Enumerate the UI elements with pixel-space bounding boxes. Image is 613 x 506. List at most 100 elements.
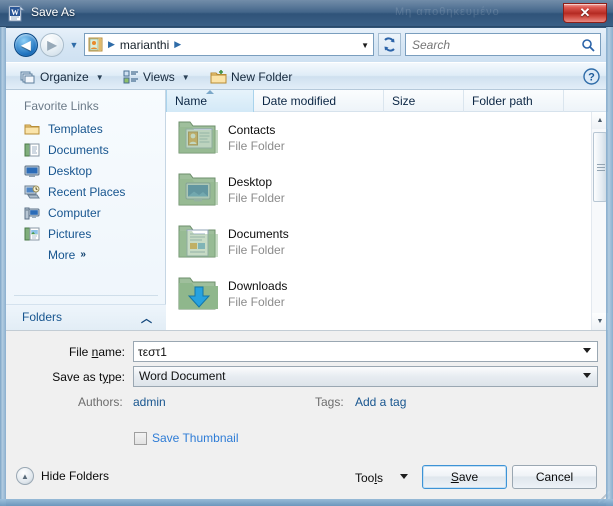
content-area: Favorite Links Templates Documents Deskt… [6,90,608,330]
file-name-combo[interactable] [133,341,598,362]
help-question-icon[interactable]: ? [583,68,600,85]
scrollbar-thumb[interactable] [593,132,607,202]
authors-value[interactable]: admin [133,395,166,409]
chevron-down-icon[interactable]: ▼ [361,41,369,50]
row-name: Desktop [228,175,273,189]
views-list-icon [123,70,138,84]
back-arrow-icon: ◀ [21,38,31,52]
sidebar-item-templates[interactable]: Templates [6,118,166,139]
sidebar-more-button[interactable]: More » [6,244,166,265]
save-as-dialog: W Save As Μη αποθηκευμένο ✕ ◀ ▶ ▼ ▶ mari… [0,0,613,506]
window-border-bottom [0,499,613,506]
file-name-input[interactable] [138,344,568,360]
search-icon [582,39,595,52]
chevron-down-icon[interactable] [583,373,591,378]
address-bar[interactable]: ▶ marianthi ▶ ▼ [84,33,374,56]
column-header-folder-path[interactable]: Folder path [464,90,564,112]
recent-places-icon [24,185,40,198]
chevron-down-icon: ▼ [181,72,190,82]
forward-button[interactable]: ▶ [40,33,64,57]
documents-icon [24,143,40,156]
chevron-down-icon[interactable] [400,474,408,479]
organize-button[interactable]: Organize ▼ [16,67,108,87]
tags-label: Tags: [315,395,344,409]
row-name: Downloads [228,279,288,293]
sidebar-item-pictures[interactable]: Pictures [6,223,166,244]
save-as-type-select[interactable]: Word Document [133,366,598,387]
row-name: Documents [228,227,289,241]
new-folder-icon [210,70,227,84]
search-box[interactable] [405,33,601,56]
column-header-row: Name Date modified Size Folder path [166,90,607,112]
sidebar-item-label: Desktop [48,163,93,178]
column-header-label: Name [175,94,208,108]
folders-pane-toggle[interactable]: Folders ︿ [6,304,166,330]
row-text: Downloads File Folder [228,278,287,310]
sidebar-item-recent-places[interactable]: Recent Places [6,181,166,202]
sort-ascending-icon [206,90,214,94]
favorite-links-list: Templates Documents Desktop Recent Place… [6,118,166,265]
hide-folders-label: Hide Folders [41,469,110,483]
sidebar-item-label: Documents [48,142,109,157]
row-type: File Folder [228,191,285,205]
desktop-icon [24,165,40,177]
navigation-bar: ◀ ▶ ▼ ▶ marianthi ▶ ▼ [6,28,607,62]
sidebar-item-label: Computer [48,205,101,220]
column-header-label: Folder path [472,94,533,108]
column-header-size[interactable]: Size [384,90,464,112]
table-row[interactable]: Downloads File Folder [166,268,591,320]
table-row[interactable]: Documents File Folder [166,216,591,268]
views-label: Views [143,70,175,84]
favorites-sidebar: Favorite Links Templates Documents Deskt… [6,90,166,330]
sidebar-divider [14,295,158,296]
views-button[interactable]: Views ▼ [119,67,194,87]
file-list: Name Date modified Size Folder path Cont… [166,90,608,330]
sidebar-item-label: Recent Places [48,184,126,199]
breadcrumb-separator-1[interactable]: ▶ [174,39,181,50]
chevron-down-icon[interactable] [583,348,591,353]
table-row[interactable]: Contacts File Folder [166,112,591,164]
add-a-tag-link[interactable]: Add a tag [355,395,406,409]
recent-pages-dropdown[interactable]: ▼ [68,40,80,50]
pictures-icon [24,227,40,240]
save-thumbnail-label[interactable]: Save Thumbnail [152,431,239,445]
row-name: Contacts [228,123,276,137]
sidebar-more-label: More [48,247,76,262]
file-rows: Contacts File Folder Desktop File Folder… [166,112,591,330]
cancel-button[interactable]: Cancel [512,465,597,489]
row-type: File Folder [228,139,285,153]
sidebar-item-label: Templates [48,121,103,136]
save-button[interactable]: Save [422,465,507,489]
tools-button[interactable]: Too l s [355,468,383,488]
breadcrumb-separator-0: ▶ [108,39,115,49]
refresh-button[interactable] [378,33,401,56]
row-type: File Folder [228,295,285,309]
sidebar-item-computer[interactable]: Computer [6,202,166,223]
window-border-left [0,27,6,506]
column-header-date-modified[interactable]: Date modified [254,90,384,112]
search-input[interactable] [412,36,572,54]
vertical-scrollbar[interactable]: ▲ ▼ [591,112,608,330]
back-button[interactable]: ◀ [14,33,38,57]
save-as-type-value: Word Document [139,369,226,383]
breadcrumb-item-marianthi[interactable]: marianthi [120,38,169,52]
sidebar-item-documents[interactable]: Documents [6,139,166,160]
user-folder-icon [88,37,103,52]
chevron-double-right-icon: » [80,249,86,260]
scrollbar-grip-icon [597,164,605,171]
computer-icon [24,207,40,219]
downloads-folder-icon [178,277,218,310]
refresh-icon [384,37,395,52]
table-row[interactable]: Desktop File Folder [166,164,591,216]
column-header-name[interactable]: Name [166,90,254,112]
close-button[interactable]: ✕ [563,3,607,23]
row-text: Documents File Folder [228,226,289,258]
sidebar-item-desktop[interactable]: Desktop [6,160,166,181]
file-name-label: File name: [68,345,125,359]
new-folder-button[interactable]: New Folder [206,67,296,87]
hide-folders-button[interactable]: ▲ Hide Folders [16,466,109,486]
save-thumbnail-checkbox[interactable] [134,432,147,445]
organize-stack-icon [20,71,35,84]
column-header-spacer[interactable] [564,90,607,112]
word-document-icon: W [8,5,25,22]
